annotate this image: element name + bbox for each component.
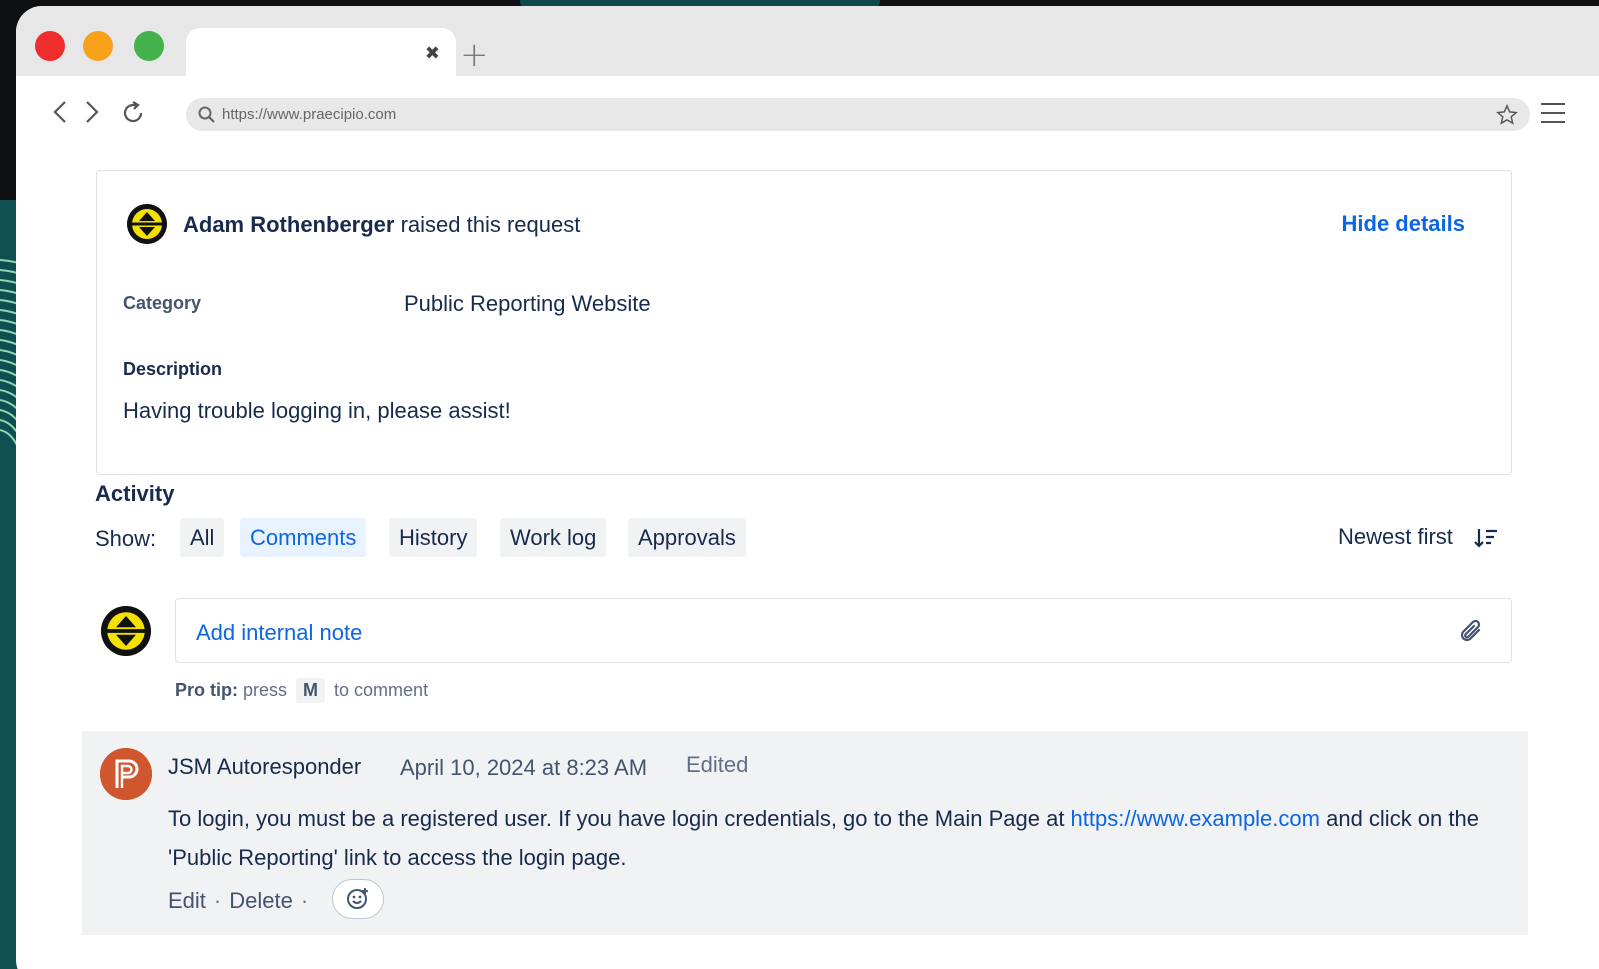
browser-toolbar: https://www.praecipio.com	[16, 76, 1599, 146]
url-text[interactable]: https://www.praecipio.com	[222, 106, 396, 123]
paperclip-icon[interactable]	[1457, 617, 1487, 647]
requester-name[interactable]: Adam Rothenberger	[183, 212, 394, 237]
minimize-window-button[interactable]	[83, 31, 113, 61]
delete-comment-button[interactable]: Delete	[229, 888, 293, 913]
comment-date[interactable]: April 10, 2024 at 8:23 AM	[400, 755, 647, 781]
avatar	[127, 204, 167, 244]
comment-item: JSM Autoresponder April 10, 2024 at 8:23…	[82, 731, 1528, 935]
comment-body: To login, you must be a registered user.…	[168, 799, 1508, 877]
filter-worklog-button[interactable]: Work log	[500, 518, 607, 557]
edit-comment-button[interactable]: Edit	[168, 888, 206, 913]
separator: ·	[213, 888, 222, 913]
reload-icon[interactable]	[120, 100, 146, 126]
protip-press: press	[238, 680, 293, 700]
star-icon[interactable]	[1496, 104, 1518, 126]
emoji-icon	[347, 888, 368, 909]
browser-tab[interactable]: ✖	[186, 28, 456, 80]
raised-text: raised this request	[394, 212, 581, 237]
raised-by-line: Adam Rothenberger raised this request	[183, 212, 580, 238]
show-label: Show:	[95, 526, 157, 551]
comment-body-text: To login, you must be a registered user.…	[168, 806, 1071, 831]
description-label: Description	[123, 359, 223, 379]
close-window-button[interactable]	[35, 31, 65, 61]
pro-tip: Pro tip: press M to comment	[175, 678, 428, 703]
address-bar[interactable]: https://www.praecipio.com	[186, 98, 1530, 131]
add-reaction-button[interactable]	[332, 879, 384, 919]
protip-key: M	[296, 678, 326, 703]
forward-icon[interactable]	[84, 100, 100, 124]
search-icon	[198, 106, 215, 123]
tab-bar: ✖ +	[16, 6, 1599, 80]
hide-details-link[interactable]: Hide details	[1342, 211, 1465, 237]
description-value: Having trouble logging in, please assist…	[123, 398, 511, 423]
current-user-avatar	[101, 606, 151, 656]
separator: ·	[300, 888, 309, 913]
back-icon[interactable]	[52, 100, 68, 124]
add-internal-note-input[interactable]: Add internal note	[175, 598, 1512, 663]
new-tab-button[interactable]: +	[460, 38, 489, 72]
jsm-avatar	[100, 748, 152, 800]
tab-close-icon[interactable]: ✖	[425, 44, 440, 64]
praecipio-logo-icon	[100, 748, 152, 800]
filter-approvals-button[interactable]: Approvals	[628, 518, 746, 557]
protip-rest: to comment	[329, 680, 429, 700]
category-value: Public Reporting Website	[404, 291, 651, 316]
comment-actions: Edit · Delete ·	[168, 888, 316, 914]
filter-all-button[interactable]: All	[180, 518, 225, 557]
comment-author[interactable]: JSM Autoresponder	[168, 754, 361, 780]
requester-avatar-icon	[127, 204, 167, 244]
activity-title: Activity	[95, 481, 175, 506]
filter-comments-button[interactable]: Comments	[240, 518, 367, 557]
filter-history-button[interactable]: History	[389, 518, 478, 557]
sort-icon[interactable]	[1473, 526, 1499, 550]
menu-icon[interactable]	[1540, 102, 1566, 124]
sort-button[interactable]: Newest first	[1338, 524, 1453, 550]
protip-label: Pro tip:	[175, 680, 238, 700]
maximize-window-button[interactable]	[134, 31, 164, 61]
comment-edited-label: Edited	[686, 752, 749, 777]
request-details-card: Adam Rothenberger raised this request Hi…	[96, 170, 1512, 475]
browser-window: ✖ + https://www.praecipio.com Adam Rothe…	[16, 6, 1599, 969]
note-placeholder[interactable]: Add internal note	[196, 620, 362, 646]
comment-link[interactable]: https://www.example.com	[1071, 806, 1320, 831]
user-avatar-icon	[101, 606, 151, 656]
category-label: Category	[123, 293, 202, 313]
